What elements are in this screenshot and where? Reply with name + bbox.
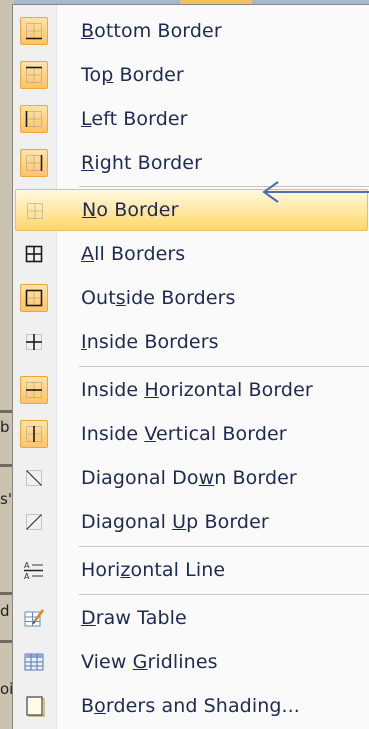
- label-text: Out: [81, 287, 116, 309]
- menu-item-inside-horizontal-border[interactable]: Inside Horizontal Border: [15, 369, 368, 411]
- menu-item-bottom-border[interactable]: Bottom Border: [15, 10, 368, 52]
- inside-horizontal-border-icon: [20, 376, 48, 404]
- access-key: o: [94, 695, 106, 717]
- right-border-icon: [20, 149, 48, 177]
- label-text: rders and Shading...: [105, 695, 300, 717]
- menu-item-horizontal-line[interactable]: A A Horizontal Line: [15, 549, 368, 591]
- menu-item-label: Bottom Border: [81, 20, 222, 42]
- menu-separator-highlight: [79, 367, 369, 368]
- svg-text:A: A: [24, 572, 30, 581]
- draw-table-icon: [20, 604, 48, 632]
- access-key: w: [198, 467, 215, 489]
- menu-item-diagonal-down-border[interactable]: Diagonal Down Border: [15, 457, 368, 499]
- menu-item-right-border[interactable]: Right Border: [15, 142, 368, 184]
- menu-item-inside-vertical-border[interactable]: Inside Vertical Border: [15, 413, 368, 455]
- access-key: H: [144, 379, 159, 401]
- menu-item-label: Draw Table: [81, 607, 187, 629]
- menu-item-label: All Borders: [81, 243, 185, 265]
- access-key: A: [81, 243, 95, 265]
- access-key: U: [172, 511, 187, 533]
- menu-item-all-borders[interactable]: All Borders: [15, 233, 368, 275]
- label-text: B: [81, 695, 95, 717]
- access-key: G: [132, 651, 148, 673]
- annotation-arrow-icon: [262, 181, 369, 203]
- access-key: D: [81, 607, 96, 629]
- borders-dropdown-menu: Bottom Border Top Border Left Border Right …: [12, 4, 369, 729]
- label-text: To: [81, 64, 102, 86]
- label-text: ridlines: [147, 651, 218, 673]
- top-border-icon: [20, 61, 48, 89]
- horizontal-line-icon: AA: [20, 556, 48, 584]
- diagonal-down-border-icon: [20, 464, 48, 492]
- svg-text:A: A: [24, 561, 30, 570]
- menu-item-label: Left Border: [81, 108, 188, 130]
- menu-item-borders-and-shading[interactable]: Borders and Shading...: [15, 685, 368, 727]
- menu-item-label: View Gridlines: [81, 651, 218, 673]
- menu-item-label: Outside Borders: [81, 287, 236, 309]
- access-key: s: [115, 287, 126, 309]
- menu-separator-highlight: [79, 595, 369, 596]
- menu-item-label: Horizontal Line: [81, 559, 225, 581]
- menu-item-label: Borders and Shading...: [81, 695, 300, 717]
- menu-item-label: Diagonal Up Border: [81, 511, 269, 533]
- label-text: orizontal Border: [158, 379, 313, 401]
- label-text: raw Table: [95, 607, 187, 629]
- label-text: View: [81, 651, 133, 673]
- label-text: ertical Border: [155, 423, 287, 445]
- diagonal-up-border-icon: [20, 508, 48, 536]
- access-key: p: [101, 64, 114, 86]
- label-text: Border: [113, 64, 184, 86]
- label-text: ide Borders: [125, 287, 236, 309]
- access-key: B: [81, 20, 95, 42]
- left-border-icon: [20, 105, 48, 133]
- access-key: R: [81, 152, 95, 174]
- menu-item-label: Inside Horizontal Border: [81, 379, 313, 401]
- document-text-fragment: oi: [0, 680, 14, 698]
- menu-item-label: No Border: [82, 199, 179, 221]
- menu-item-label: Inside Borders: [81, 331, 219, 353]
- label-text: Diagonal: [81, 511, 173, 533]
- view-gridlines-icon: [20, 648, 48, 676]
- menu-item-label: Top Border: [81, 64, 184, 86]
- label-text: o Border: [96, 199, 179, 221]
- menu-item-label: Inside Vertical Border: [81, 423, 287, 445]
- menu-separator-highlight: [79, 547, 369, 548]
- label-text: n Border: [214, 467, 297, 489]
- menu-item-top-border[interactable]: Top Border: [15, 54, 368, 96]
- access-key: V: [144, 423, 156, 445]
- menu-item-outside-borders[interactable]: Outside Borders: [15, 277, 368, 319]
- menu-item-label: Diagonal Down Border: [81, 467, 297, 489]
- label-text: eft Border: [91, 108, 188, 130]
- label-text: Hori: [81, 559, 121, 581]
- borders-and-shading-icon: [20, 692, 48, 720]
- menu-item-label: Right Border: [81, 152, 202, 174]
- label-text: Inside: [81, 423, 145, 445]
- menu-item-diagonal-up-border[interactable]: Diagonal Up Border: [15, 501, 368, 543]
- label-text: ight Border: [94, 152, 202, 174]
- document-text-fragment: d: [0, 602, 10, 620]
- label-text: Inside: [81, 379, 145, 401]
- menu-item-left-border[interactable]: Left Border: [15, 98, 368, 140]
- access-key: L: [81, 108, 92, 130]
- inside-borders-icon: [20, 328, 48, 356]
- document-text-fragment: b: [0, 418, 10, 436]
- label-text: ottom Border: [94, 20, 222, 42]
- label-text: ontal Line: [130, 559, 226, 581]
- menu-item-view-gridlines[interactable]: View Gridlines: [15, 641, 368, 683]
- inside-vertical-border-icon: [20, 420, 48, 448]
- bottom-border-icon: [20, 17, 48, 45]
- access-key: N: [82, 199, 97, 221]
- label-text: nside Borders: [86, 331, 219, 353]
- menu-item-inside-borders[interactable]: Inside Borders: [15, 321, 368, 363]
- label-text: ll Borders: [94, 243, 186, 265]
- document-text-fragment: s': [0, 490, 12, 508]
- label-text: Diagonal Do: [81, 467, 199, 489]
- outside-borders-icon: [20, 284, 48, 312]
- access-key: z: [120, 559, 131, 581]
- label-text: p Border: [186, 511, 269, 533]
- no-border-icon: [21, 197, 49, 225]
- menu-item-draw-table[interactable]: Draw Table: [15, 597, 368, 639]
- all-borders-icon: [20, 240, 48, 268]
